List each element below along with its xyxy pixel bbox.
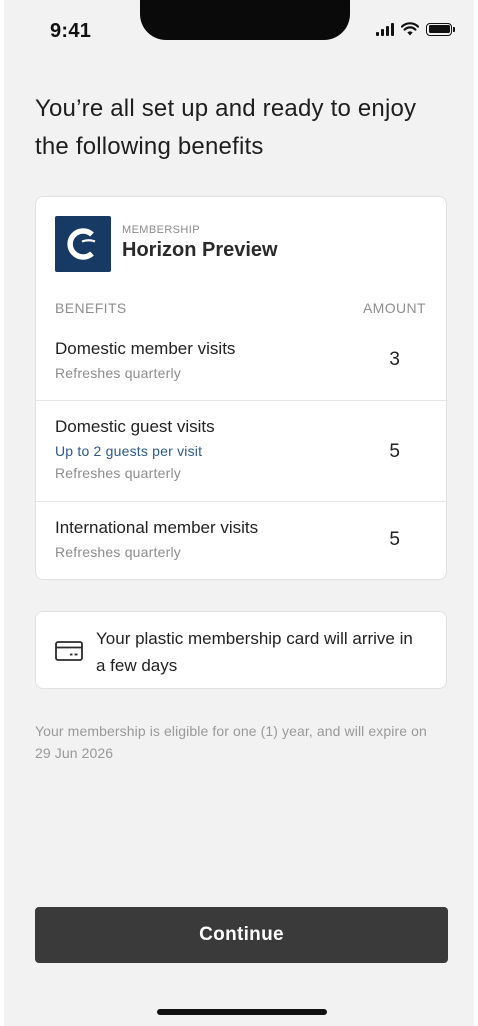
benefit-row: Domestic guest visits Up to 2 guests per… <box>36 400 446 500</box>
benefit-row: International member visits Refreshes qu… <box>36 501 446 579</box>
benefit-amount: 5 <box>389 529 400 550</box>
benefit-title: Domestic guest visits <box>55 417 215 436</box>
device-notch <box>140 0 350 40</box>
continue-button[interactable]: Continue <box>35 907 448 963</box>
benefit-note: Refreshes quarterly <box>55 365 181 381</box>
status-icons <box>376 22 455 36</box>
membership-benefits-card: MEMBERSHIP Horizon Preview BENEFITS AMOU… <box>35 196 447 580</box>
home-indicator[interactable] <box>157 1009 327 1015</box>
benefit-note: Refreshes quarterly <box>55 544 181 560</box>
benefit-row: Domestic member visits Refreshes quarter… <box>36 327 446 399</box>
battery-icon <box>426 22 455 36</box>
page-title: You’re all set up and ready to enjoy the… <box>35 95 417 160</box>
benefit-title: International member visits <box>55 518 259 537</box>
benefit-amount: 3 <box>389 349 400 370</box>
wifi-icon <box>401 22 419 36</box>
horizon-logo-icon <box>55 216 111 272</box>
cellular-signal-icon <box>376 22 394 36</box>
card-delivery-notice: Your plastic membership card will arrive… <box>35 611 447 689</box>
credit-card-icon <box>55 641 83 661</box>
amount-column-header: AMOUNT <box>362 300 426 316</box>
benefit-title: Domestic member visits <box>55 339 236 358</box>
benefit-amount: 5 <box>389 441 400 462</box>
card-notice-text: Your plastic membership card will arrive… <box>96 629 413 675</box>
expiry-footnote: Your membership is eligible for one (1) … <box>35 723 427 761</box>
benefits-column-header: BENEFITS <box>55 300 127 316</box>
benefit-note: Refreshes quarterly <box>55 465 181 481</box>
membership-eyebrow: MEMBERSHIP <box>122 224 200 236</box>
status-time: 9:41 <box>50 20 92 42</box>
benefit-highlight: Up to 2 guests per visit <box>55 443 203 459</box>
membership-name: Horizon Preview <box>122 239 278 261</box>
screen: 9:41 You’re all set up and ready to enjo… <box>4 0 474 1026</box>
